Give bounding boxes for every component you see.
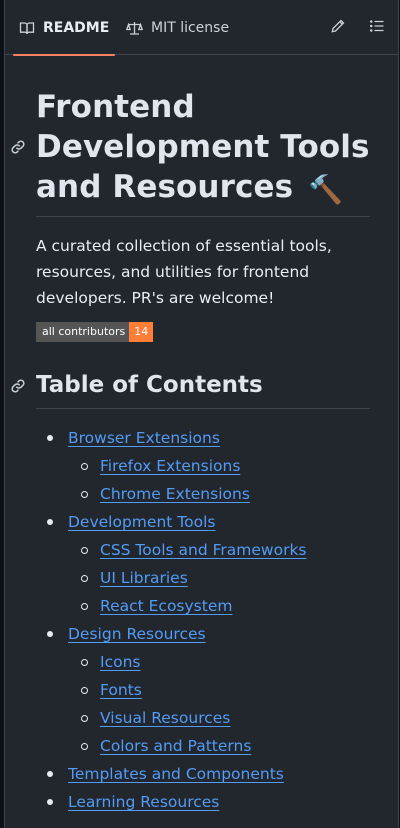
link-icon[interactable] <box>10 139 26 155</box>
list-bullet <box>81 687 88 694</box>
tab-readme[interactable]: README <box>12 0 116 56</box>
all-contributors-badge[interactable]: all contributors 14 <box>36 322 154 342</box>
edit-file-button[interactable] <box>329 19 347 37</box>
list-bullet <box>81 491 88 498</box>
list-bullet <box>47 519 53 525</box>
list-bullet <box>81 659 88 666</box>
tab-readme-label: README <box>43 19 110 36</box>
project-description: A curated collection of essential tools,… <box>36 237 332 307</box>
toc-link[interactable]: React Ecosystem <box>100 597 232 615</box>
badge-label: all contributors <box>36 322 130 342</box>
toc-item: Design Resources <box>68 624 206 644</box>
list-bullet <box>47 435 53 441</box>
toc-item: Chrome Extensions <box>100 484 250 504</box>
list-bullet <box>81 603 88 610</box>
toc-item: Development Tools <box>68 512 215 532</box>
list-icon <box>369 18 385 38</box>
outline-button[interactable] <box>368 19 386 37</box>
list-bullet <box>81 463 88 470</box>
list-bullet <box>81 743 88 750</box>
book-icon <box>19 20 35 36</box>
hammer-emoji: 🔨 <box>308 173 344 206</box>
toc-link[interactable]: Colors and Patterns <box>100 737 251 755</box>
toc-link[interactable]: Firefox Extensions <box>100 457 240 475</box>
toc-link[interactable]: Learning Resources <box>68 793 219 811</box>
readme-tabbar: README MIT license <box>5 0 398 56</box>
toc-link[interactable]: CSS Tools and Frameworks <box>100 541 307 559</box>
toc-item: Learning Resources <box>68 792 219 812</box>
toc-link[interactable]: Templates and Components <box>68 765 284 783</box>
toc-item: CSS Tools and Frameworks <box>100 540 307 560</box>
badge-count: 14 <box>129 322 154 342</box>
title-divider <box>36 216 370 217</box>
list-bullet <box>47 631 53 637</box>
toc-link[interactable]: Icons <box>100 653 140 671</box>
list-bullet <box>47 771 53 777</box>
toc-item: Templates and Components <box>68 764 284 784</box>
toc-link[interactable]: Browser Extensions <box>68 429 220 447</box>
readme-panel: README MIT license Frontend Development … <box>4 0 399 828</box>
tab-license[interactable]: MIT license <box>126 0 229 55</box>
scale-icon <box>126 20 143 36</box>
toc-link[interactable]: UI Libraries <box>100 569 188 587</box>
link-icon[interactable] <box>10 378 26 394</box>
tab-license-label: MIT license <box>151 19 230 36</box>
toc-item: Browser Extensions <box>68 428 220 448</box>
toc-heading: Table of Contents <box>36 372 263 398</box>
list-bullet <box>47 799 53 805</box>
toc-item: UI Libraries <box>100 568 188 588</box>
toc-item: Visual Resources <box>100 708 230 728</box>
toc-link[interactable]: Chrome Extensions <box>100 485 250 503</box>
toc-item: Colors and Patterns <box>100 736 251 756</box>
toc-item: Firefox Extensions <box>100 456 240 476</box>
list-bullet <box>81 575 88 582</box>
list-bullet <box>81 715 88 722</box>
toc-item: React Ecosystem <box>100 596 232 616</box>
toc-link[interactable]: Fonts <box>100 681 142 699</box>
toc-divider <box>36 408 370 409</box>
toc-item: Fonts <box>100 680 142 700</box>
toc-link[interactable]: Development Tools <box>68 513 215 531</box>
toc-link[interactable]: Design Resources <box>68 625 206 643</box>
list-bullet <box>81 547 88 554</box>
pencil-icon <box>330 18 346 38</box>
toc-item: Icons <box>100 652 140 672</box>
toc-link[interactable]: Visual Resources <box>100 709 230 727</box>
page-title: Frontend Development Tools and Resources… <box>36 87 372 210</box>
